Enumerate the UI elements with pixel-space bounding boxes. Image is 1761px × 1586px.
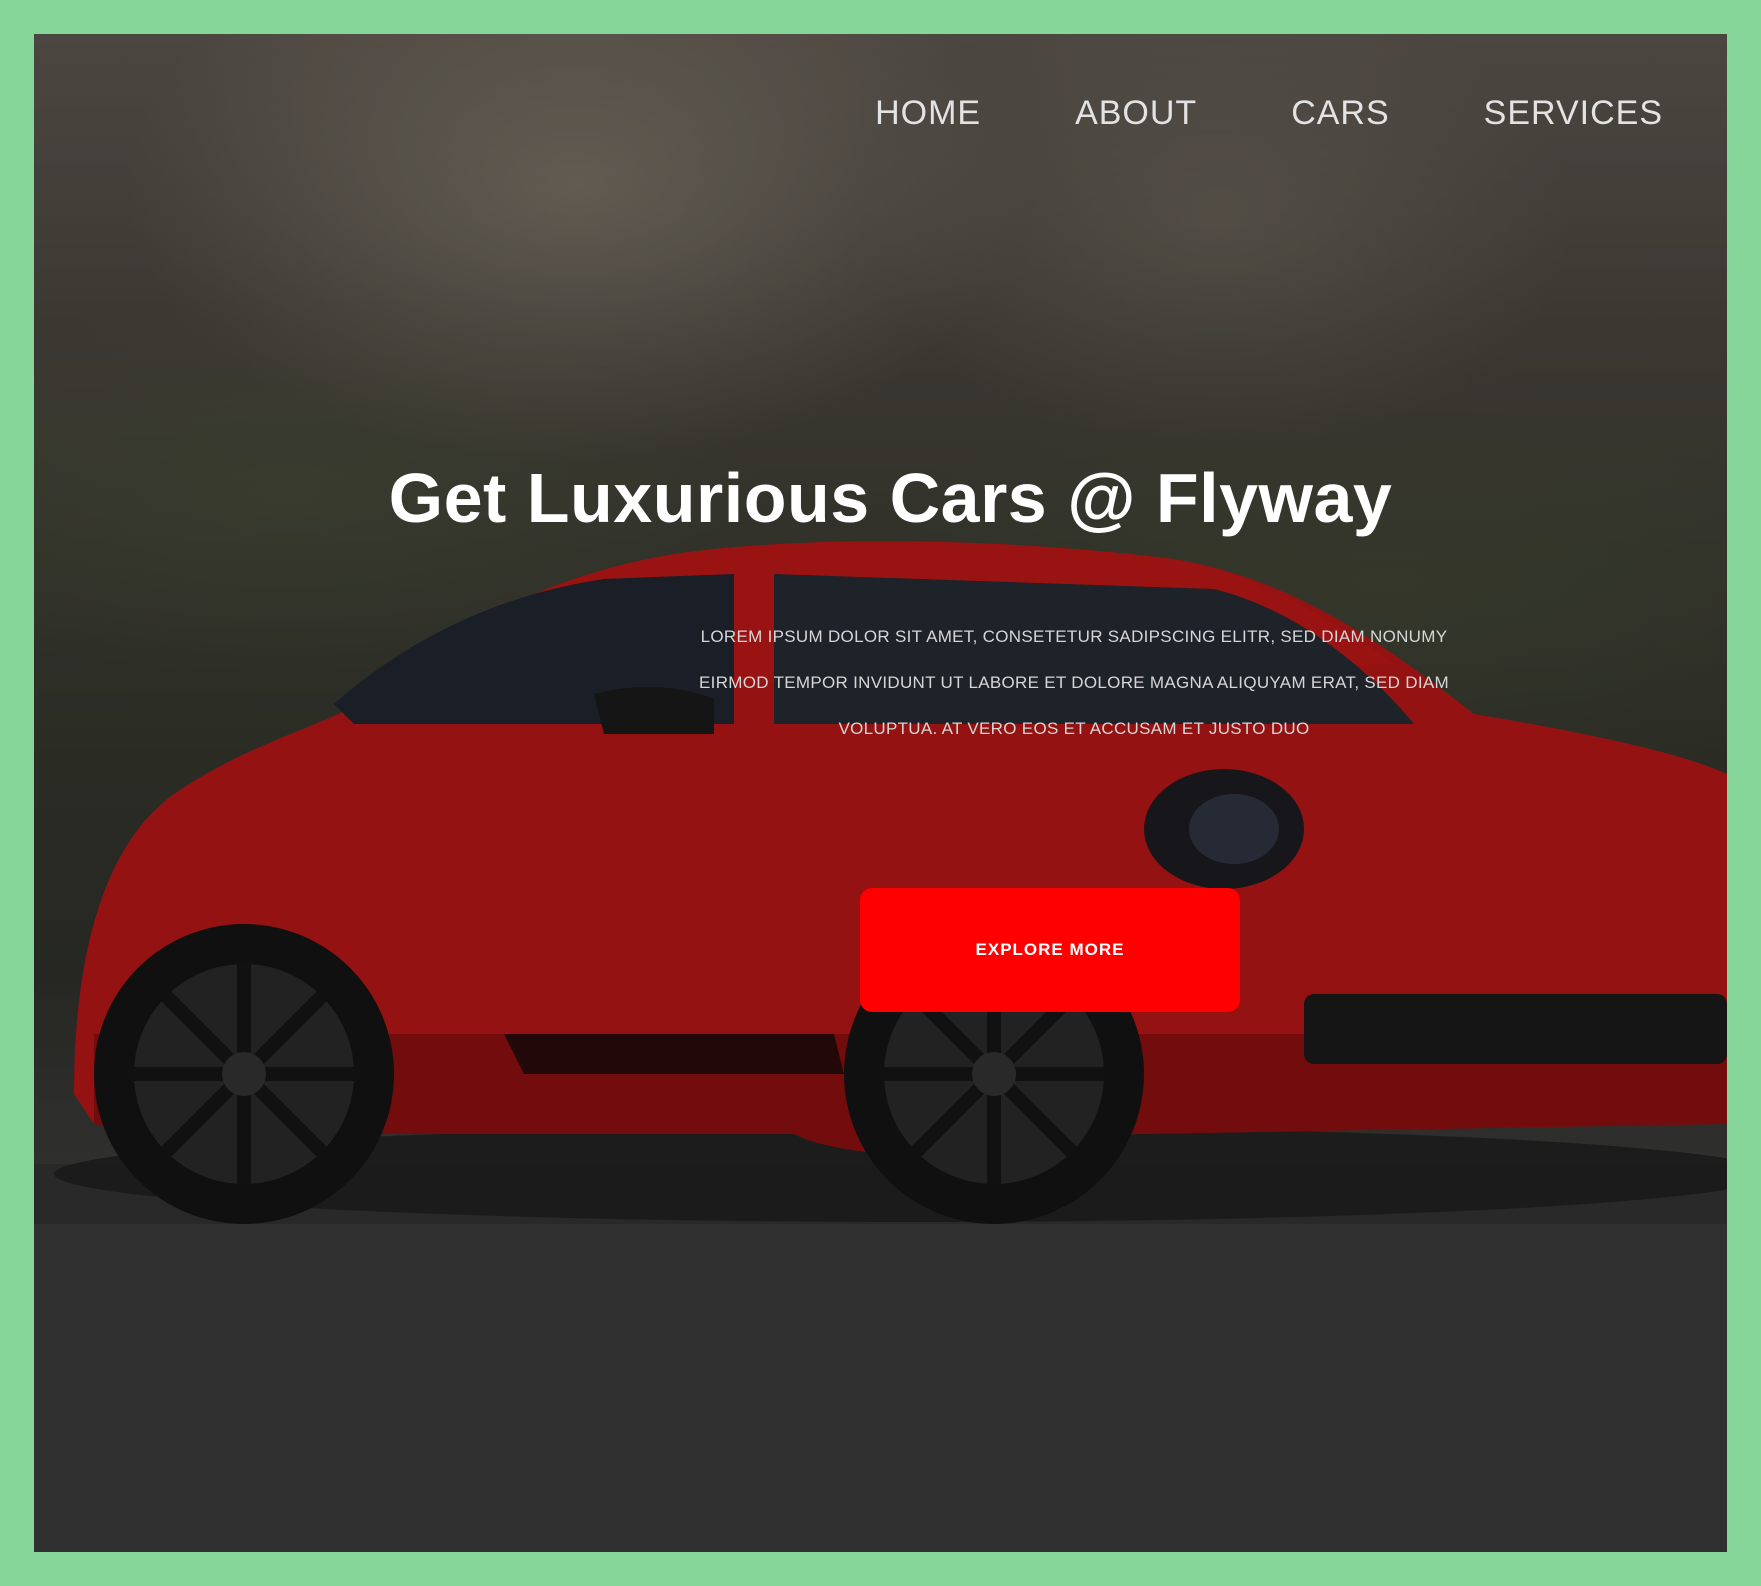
nav-item-home[interactable]: HOME [875,94,981,133]
hero-description: Lorem ipsum dolor sit amet, consetetur s… [699,627,1449,738]
nav-item-services[interactable]: SERVICES [1484,94,1663,133]
top-navigation: HOME ABOUT CARS SERVICES [875,94,1663,133]
explore-more-button[interactable]: EXPLORE MORE [860,888,1240,1012]
page-frame: HOME ABOUT CARS SERVICES Get Luxurious C… [0,0,1761,1586]
hero-overlay [34,34,1727,1552]
nav-item-cars[interactable]: CARS [1291,94,1389,133]
hero-section: HOME ABOUT CARS SERVICES Get Luxurious C… [34,34,1727,1552]
nav-item-about[interactable]: ABOUT [1075,94,1197,133]
hero-title: Get Luxurious Cars @ Flyway [388,459,1393,537]
